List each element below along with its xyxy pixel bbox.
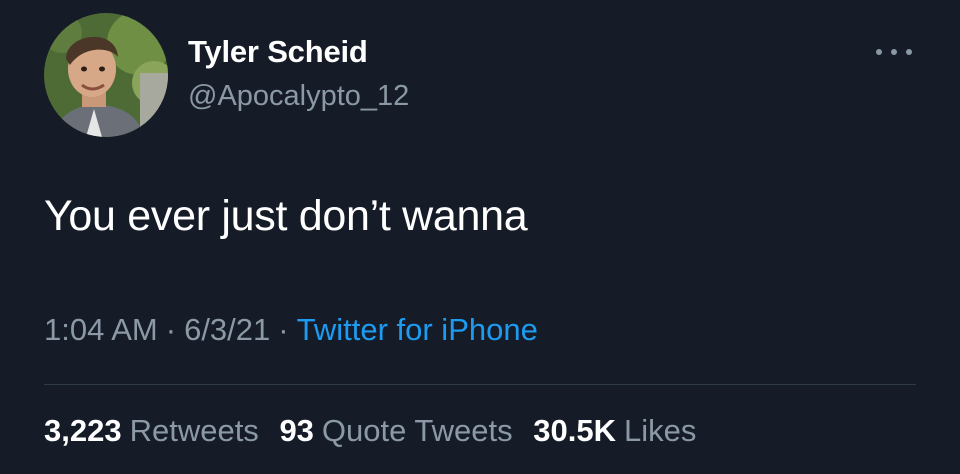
quote-tweets-stat[interactable]: 93 Quote Tweets <box>279 413 512 449</box>
divider <box>44 384 916 385</box>
engagement-stats: 3,223 Retweets 93 Quote Tweets 30.5K Likes <box>44 413 708 449</box>
quote-tweets-count: 93 <box>279 413 314 448</box>
likes-count: 30.5K <box>533 413 616 448</box>
user-handle[interactable]: @Apocalypto_12 <box>188 80 409 113</box>
tweet-time[interactable]: 1:04 AM <box>44 312 158 347</box>
tweet-card: Tyler Scheid @Apocalypto_12 You ever jus… <box>0 0 960 474</box>
meta-separator: · <box>278 312 289 347</box>
likes-stat[interactable]: 30.5K Likes <box>533 413 696 449</box>
tweet-date[interactable]: 6/3/21 <box>184 312 270 347</box>
tweet-text: You ever just don’t wanna <box>44 192 528 240</box>
meta-separator: · <box>165 312 177 347</box>
more-dot <box>876 49 882 55</box>
likes-label: Likes <box>624 413 697 448</box>
quote-tweets-label: Quote Tweets <box>321 413 513 448</box>
more-dot <box>906 49 912 55</box>
display-name[interactable]: Tyler Scheid <box>188 34 368 70</box>
more-dot <box>891 49 897 55</box>
more-options-icon[interactable] <box>876 42 912 62</box>
retweets-label: Retweets <box>129 413 259 448</box>
retweets-stat[interactable]: 3,223 Retweets <box>44 413 259 449</box>
retweets-count: 3,223 <box>44 413 122 448</box>
avatar[interactable] <box>44 13 168 137</box>
avatar-photo <box>44 13 168 137</box>
tweet-source-link[interactable]: Twitter for iPhone <box>297 312 538 347</box>
tweet-metadata: 1:04 AM · 6/3/21 · Twitter for iPhone <box>44 312 538 348</box>
